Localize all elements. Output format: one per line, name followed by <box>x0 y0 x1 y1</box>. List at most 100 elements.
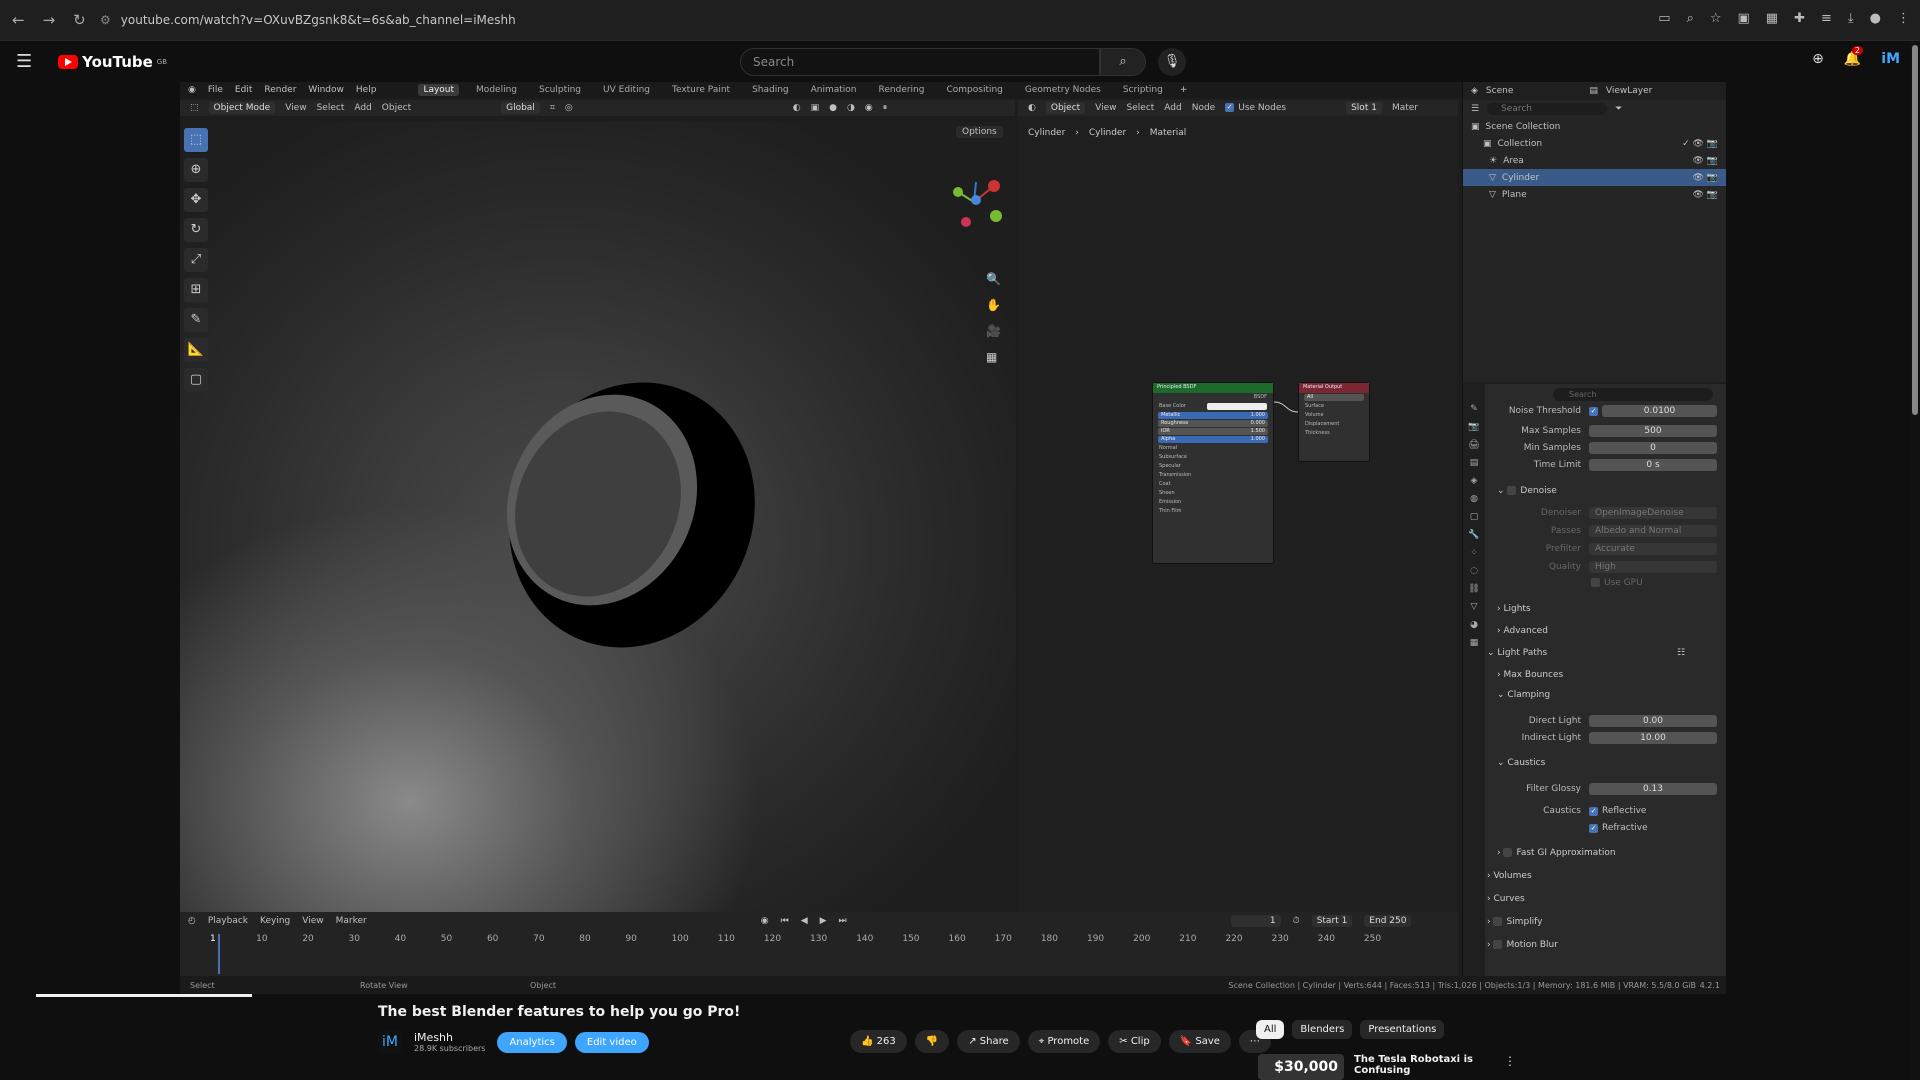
notifications-icon[interactable]: 🔔 2 <box>1844 46 1863 67</box>
node-menu-node[interactable]: Node <box>1192 103 1216 113</box>
viewport-menu-add[interactable]: Add <box>354 103 371 113</box>
roughness-field[interactable]: Roughness 0.000 <box>1158 420 1268 427</box>
jump-start-icon[interactable]: ⏮ <box>781 916 789 926</box>
use-gpu-box[interactable] <box>1591 578 1600 587</box>
zoom-icon[interactable]: ⌕ <box>1687 11 1694 26</box>
node-menu-select[interactable]: Select <box>1127 103 1155 113</box>
visibility-icon[interactable]: 👁 📷 <box>1693 156 1727 166</box>
recommended-title[interactable]: The Tesla Robotaxi is Confusing <box>1354 1054 1494 1080</box>
max-bounces-section[interactable]: › Max Bounces <box>1497 670 1563 680</box>
add-workspace-icon[interactable]: + <box>1180 85 1188 95</box>
channel-name[interactable]: iMeshh <box>414 1031 485 1044</box>
clip-button[interactable]: ✂ Clip <box>1108 1030 1161 1053</box>
viewport-menu-select[interactable]: Select <box>317 103 345 113</box>
timeline-editor-icon[interactable]: ◴ <box>188 916 196 926</box>
outliner-item-plane[interactable]: ▽ Plane 👁 📷 <box>1463 186 1726 203</box>
3d-viewport[interactable]: ⬚ ⊕ ✥ ↻ ⤢ ⊞ ✎ 📐 ▢ Options 🔍 ✋ 🎥 ▦ <box>180 122 1016 912</box>
pause-render-icon[interactable]: ⏸ <box>883 103 888 113</box>
min-samples-value[interactable]: 0 <box>1589 442 1717 454</box>
denoiser-field[interactable]: Denoiser OpenImageDenoise <box>1493 506 1717 520</box>
min-samples-field[interactable]: Min Samples 0 <box>1493 441 1717 455</box>
physics-tab-icon[interactable]: ◌ <box>1470 566 1478 576</box>
coat-panel[interactable]: Coat <box>1153 480 1273 489</box>
sheen-panel[interactable]: Sheen <box>1153 489 1273 498</box>
denoise-section[interactable]: ⌄ Denoise <box>1497 486 1557 496</box>
keying-menu[interactable]: Keying <box>260 916 290 926</box>
outliner-item-cylinder[interactable]: ▽ Cylinder 👁 📷 <box>1463 169 1726 186</box>
tab-sculpting[interactable]: Sculpting <box>534 84 586 96</box>
editor-type-icon[interactable]: ⬚ <box>190 103 199 113</box>
extension-icon[interactable]: ▣ <box>1738 11 1750 26</box>
snap-icon[interactable]: ⌗ <box>550 103 555 113</box>
view-layer-selector[interactable]: ViewLayer <box>1606 86 1652 96</box>
frame-ruler[interactable]: 1 10 20 30 40 50 60 70 80 90 100 110 120 130 140 150 160… <box>210 934 1410 948</box>
shader-node-editor[interactable]: ◐ Object View Select Add Node ✓ Use Nodes… <box>1018 100 1458 912</box>
edit-video-button[interactable]: Edit video <box>574 1031 649 1053</box>
address-bar[interactable]: ⚙ youtube.com/watch?v=OXuvBZgsnk8&t=6s&a… <box>100 13 516 27</box>
install-icon[interactable]: ▭ <box>1658 11 1670 26</box>
blender-logo-icon[interactable]: ◉ <box>188 85 196 95</box>
metallic-field[interactable]: Metallic 1.000 <box>1158 412 1268 419</box>
tab-animation[interactable]: Animation <box>806 84 862 96</box>
play-icon[interactable]: ▶ <box>820 916 827 926</box>
object-tab-icon[interactable]: ▢ <box>1470 512 1479 522</box>
transform-orientation-dropdown[interactable]: Global <box>501 102 540 114</box>
thin-film-panel[interactable]: Thin Film <box>1153 507 1273 516</box>
base-color-row[interactable]: Base Color <box>1153 402 1273 411</box>
clamping-section[interactable]: ⌄ Clamping <box>1497 690 1550 700</box>
outliner-item-area[interactable]: ☀ Area 👁 📷 <box>1463 152 1726 169</box>
current-frame-field[interactable]: 1 <box>1230 915 1281 927</box>
world-tab-icon[interactable]: ◍ <box>1470 494 1478 504</box>
tab-shading[interactable]: Shading <box>747 84 794 96</box>
media-icon[interactable]: ≡ <box>1821 11 1832 26</box>
lights-section[interactable]: › Lights <box>1497 604 1531 614</box>
material-tab-icon[interactable]: ◕ <box>1470 620 1478 630</box>
fast-gi-section[interactable]: › Fast GI Approximation <box>1497 848 1616 858</box>
save-button[interactable]: 🔖 Save <box>1168 1030 1231 1053</box>
caustics-refractive-row[interactable]: ✓ Refractive <box>1493 821 1717 835</box>
account-avatar[interactable]: iM <box>1881 51 1900 67</box>
camera-view-icon[interactable]: 🎥 <box>986 324 1001 338</box>
noise-threshold-field[interactable]: Noise Threshold ✓ 0.0100 <box>1493 404 1717 418</box>
share-button[interactable]: ↗ Share <box>957 1030 1020 1053</box>
menu-dots-icon[interactable]: ⋮ <box>1897 11 1910 26</box>
visibility-icon[interactable]: 👁 📷 <box>1693 190 1727 200</box>
ior-field[interactable]: IOR 1.500 <box>1158 428 1268 435</box>
chip-blenders[interactable]: Blenders <box>1292 1020 1353 1039</box>
passes-value[interactable]: Albedo and Normal <box>1589 525 1717 537</box>
outliner-display-icon[interactable]: ☰ <box>1471 104 1479 114</box>
scrollbar-thumb[interactable] <box>1912 45 1918 415</box>
playback-menu[interactable]: Playback <box>208 916 248 926</box>
tab-texture-paint[interactable]: Texture Paint <box>667 84 735 96</box>
use-nodes-checkbox[interactable]: ✓ Use Nodes <box>1225 103 1286 113</box>
viewport-menu-object[interactable]: Object <box>382 103 411 113</box>
view-layer-tab-icon[interactable]: ▤ <box>1470 458 1479 468</box>
step-forward-icon[interactable]: ⏭ <box>839 916 847 926</box>
profile-icon[interactable]: ● <box>1870 11 1881 26</box>
constraints-tab-icon[interactable]: ⛓ <box>1468 584 1479 594</box>
use-gpu-checkbox[interactable]: Use GPU <box>1591 578 1643 588</box>
direct-light-value[interactable]: 0.00 <box>1589 715 1717 727</box>
tool-tab-icon[interactable]: ✎ <box>1470 404 1478 414</box>
measure-tool-icon[interactable]: 📐 <box>184 338 208 362</box>
filter-glossy-field[interactable]: Filter Glossy 0.13 <box>1493 782 1717 796</box>
tab-rendering[interactable]: Rendering <box>874 84 930 96</box>
filter-glossy-value[interactable]: 0.13 <box>1589 783 1717 795</box>
motion-blur-section[interactable]: › Motion Blur <box>1487 940 1558 950</box>
cursor-tool-icon[interactable]: ⊕ <box>184 158 208 182</box>
output-target-dropdown[interactable]: All <box>1304 394 1364 401</box>
record-icon[interactable]: ◉ <box>761 916 769 926</box>
light-paths-section[interactable]: ⌄ Light Paths ☷ <box>1487 648 1685 658</box>
simplify-section[interactable]: › Simplify <box>1487 917 1543 927</box>
time-limit-field[interactable]: Time Limit 0 s <box>1493 458 1717 472</box>
menu-file[interactable]: File <box>208 85 223 95</box>
viewport-options-dropdown[interactable]: Options <box>956 126 1003 138</box>
forward-icon[interactable]: → <box>43 11 56 29</box>
time-limit-value[interactable]: 0 s <box>1589 459 1717 471</box>
subsurface-panel[interactable]: Subsurface <box>1153 453 1273 462</box>
indirect-light-field[interactable]: Indirect Light 10.00 <box>1493 731 1717 745</box>
output-tab-icon[interactable]: 🖨 <box>1468 440 1479 450</box>
shading-solid-icon[interactable]: ● <box>829 103 837 113</box>
caustics-reflective-row[interactable]: Caustics ✓ Reflective <box>1493 804 1717 818</box>
chip-all[interactable]: All <box>1256 1020 1285 1039</box>
